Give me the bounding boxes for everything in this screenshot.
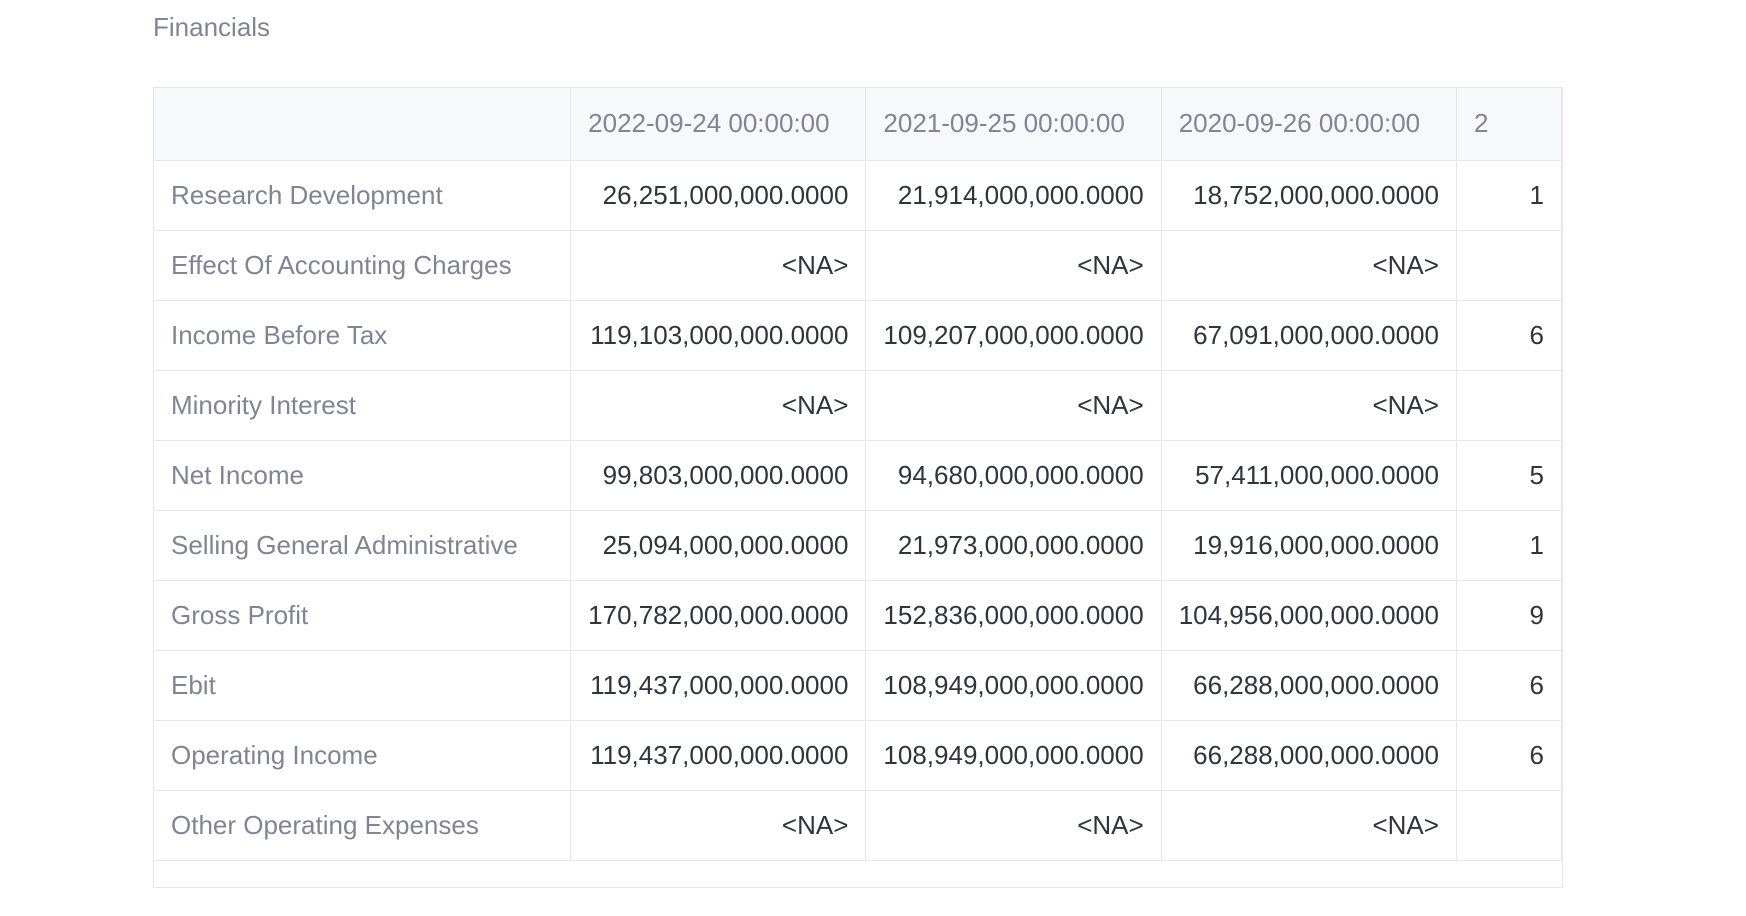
table-cell[interactable]: 18,752,000,000.0000: [1161, 160, 1457, 231]
financials-table-container[interactable]: 2022-09-24 00:00:00 2021-09-25 00:00:00 …: [153, 87, 1563, 888]
row-label[interactable]: Research Development: [154, 160, 572, 231]
table-cell[interactable]: 99,803,000,000.0000: [570, 440, 867, 511]
row-label[interactable]: Other Operating Expenses: [154, 790, 572, 861]
table-cell[interactable]: 6: [1456, 720, 1562, 791]
table-cell[interactable]: [1456, 370, 1562, 441]
table-cell[interactable]: [1456, 790, 1562, 861]
table-row: Other Operating Expenses <NA> <NA> <NA>: [154, 790, 1562, 861]
column-header[interactable]: 2020-09-26 00:00:00: [1161, 88, 1457, 161]
table-cell[interactable]: 170,782,000,000.0000: [570, 580, 867, 651]
table-cell[interactable]: 94,680,000,000.0000: [865, 440, 1162, 511]
row-label[interactable]: Net Income: [154, 440, 572, 511]
table-cell[interactable]: <NA>: [1161, 790, 1457, 861]
financials-table: 2022-09-24 00:00:00 2021-09-25 00:00:00 …: [154, 88, 1562, 861]
header-row: 2022-09-24 00:00:00 2021-09-25 00:00:00 …: [154, 88, 1562, 161]
table-cell[interactable]: 66,288,000,000.0000: [1161, 650, 1457, 721]
table-cell[interactable]: 21,914,000,000.0000: [865, 160, 1162, 231]
table-row: Net Income 99,803,000,000.0000 94,680,000,…: [154, 440, 1562, 511]
table-cell[interactable]: 119,437,000,000.0000: [570, 720, 867, 791]
table-row: Ebit 119,437,000,000.0000 108,949,000,000.…: [154, 650, 1562, 721]
table-cell[interactable]: [1456, 230, 1562, 301]
table-cell[interactable]: 104,956,000,000.0000: [1161, 580, 1457, 651]
section-title: Financials: [153, 12, 271, 42]
table-cell[interactable]: 6: [1456, 300, 1562, 371]
table-cell[interactable]: 119,437,000,000.0000: [570, 650, 867, 721]
table-cell[interactable]: <NA>: [1161, 370, 1457, 441]
table-cell[interactable]: 1: [1456, 510, 1562, 581]
table-cell[interactable]: 109,207,000,000.0000: [865, 300, 1162, 371]
table-cell[interactable]: 67,091,000,000.0000: [1161, 300, 1457, 371]
table-cell[interactable]: <NA>: [570, 790, 867, 861]
row-label[interactable]: Operating Income: [154, 720, 572, 791]
column-header-index[interactable]: [154, 88, 572, 161]
table-row: Research Development 26,251,000,000.0000 2…: [154, 160, 1562, 231]
table-cell[interactable]: 9: [1456, 580, 1562, 651]
row-label[interactable]: Gross Profit: [154, 580, 572, 651]
row-label[interactable]: Minority Interest: [154, 370, 572, 441]
table-row: Effect Of Accounting Charges <NA> <NA> <NA>: [154, 230, 1562, 301]
table-cell[interactable]: <NA>: [1161, 230, 1457, 301]
table-cell[interactable]: <NA>: [570, 370, 867, 441]
table-cell[interactable]: 57,411,000,000.0000: [1161, 440, 1457, 511]
column-header[interactable]: 2022-09-24 00:00:00: [570, 88, 867, 161]
table-row: Operating Income 119,437,000,000.0000 108,…: [154, 720, 1562, 791]
table-cell[interactable]: <NA>: [865, 230, 1162, 301]
table-cell[interactable]: 26,251,000,000.0000: [570, 160, 867, 231]
row-label[interactable]: Selling General Administrative: [154, 510, 572, 581]
table-cell[interactable]: 1: [1456, 160, 1562, 231]
table-cell[interactable]: 108,949,000,000.0000: [865, 720, 1162, 791]
table-cell[interactable]: 25,094,000,000.0000: [570, 510, 867, 581]
table-cell[interactable]: 21,973,000,000.0000: [865, 510, 1162, 581]
table-cell[interactable]: <NA>: [865, 790, 1162, 861]
table-row: Minority Interest <NA> <NA> <NA>: [154, 370, 1562, 441]
column-header[interactable]: 2: [1456, 88, 1562, 161]
table-cell[interactable]: <NA>: [865, 370, 1162, 441]
row-label[interactable]: Ebit: [154, 650, 572, 721]
table-row: Gross Profit 170,782,000,000.0000 152,836,…: [154, 580, 1562, 651]
table-row: Selling General Administrative 25,094,000…: [154, 510, 1562, 581]
table-row: Income Before Tax 119,103,000,000.0000 109…: [154, 300, 1562, 371]
table-cell[interactable]: 19,916,000,000.0000: [1161, 510, 1457, 581]
table-cell[interactable]: 66,288,000,000.0000: [1161, 720, 1457, 791]
table-cell[interactable]: 152,836,000,000.0000: [865, 580, 1162, 651]
row-label[interactable]: Effect Of Accounting Charges: [154, 230, 572, 301]
column-header[interactable]: 2021-09-25 00:00:00: [865, 88, 1162, 161]
row-label[interactable]: Income Before Tax: [154, 300, 572, 371]
table-cell[interactable]: 119,103,000,000.0000: [570, 300, 867, 371]
table-cell[interactable]: <NA>: [570, 230, 867, 301]
table-cell[interactable]: 108,949,000,000.0000: [865, 650, 1162, 721]
table-cell[interactable]: 6: [1456, 650, 1562, 721]
table-cell[interactable]: 5: [1456, 440, 1562, 511]
